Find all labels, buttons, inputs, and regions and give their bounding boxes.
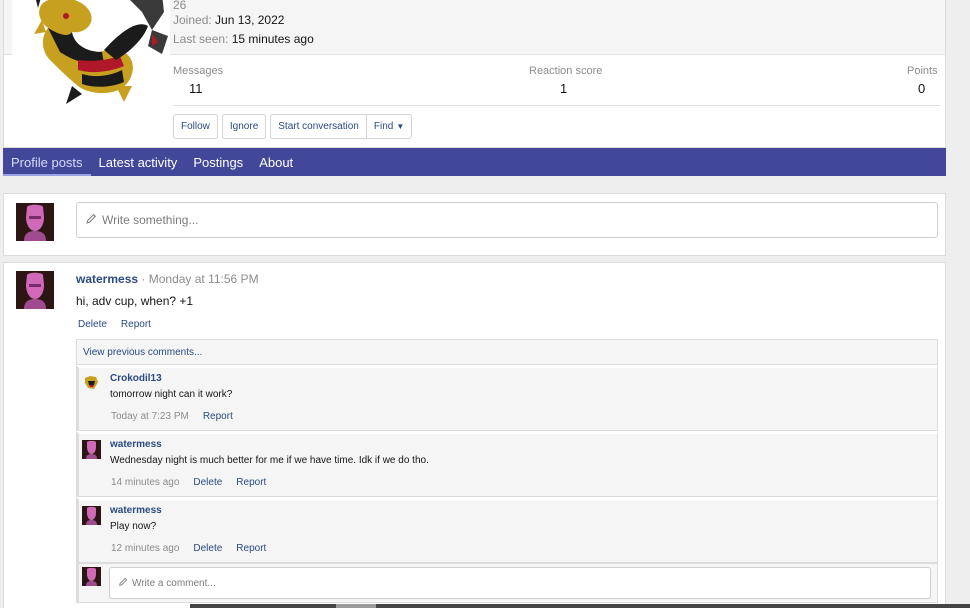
comment-meta: 14 minutes ago Delete Report	[111, 477, 266, 488]
joined-row: Joined: Jun 13, 2022	[173, 13, 284, 27]
tab-postings[interactable]: Postings	[185, 148, 251, 176]
member-avatar[interactable]	[12, 0, 170, 108]
comment-author-link[interactable]: watermess	[110, 439, 162, 450]
ignore-button[interactable]: Ignore	[221, 114, 267, 139]
tab-about[interactable]: About	[251, 148, 301, 176]
comment-text: Play now?	[110, 521, 157, 532]
start-conversation-button[interactable]: Start conversation	[270, 114, 367, 139]
comment-author-link[interactable]: watermess	[110, 505, 162, 516]
comment-time[interactable]: 14 minutes ago	[111, 477, 179, 488]
comment-item: watermess Wednesday night is much better…	[76, 431, 938, 497]
comment-text: Wednesday night is much better for me if…	[110, 455, 429, 466]
report-comment-link[interactable]: Report	[236, 543, 266, 554]
comment-text: tomorrow night can it work?	[110, 389, 233, 400]
post-header: watermess · Monday at 11:56 PM	[76, 272, 259, 286]
member-action-buttons: Follow Ignore Start conversation Find ▼	[173, 114, 413, 139]
delete-post-link[interactable]: Delete	[78, 319, 107, 330]
chevron-down-icon: ▼	[396, 122, 405, 131]
comment-placeholder: Write a comment...	[132, 577, 216, 589]
follow-button[interactable]: Follow	[173, 114, 218, 139]
joined-label: Joined:	[173, 13, 212, 27]
post-author-avatar[interactable]	[16, 271, 54, 309]
partial-count: 26	[173, 0, 187, 12]
find-label: Find	[373, 121, 394, 132]
conversation-find-group: Start conversation Find ▼	[270, 114, 413, 139]
profile-tabs: Profile posts Latest activity Postings A…	[3, 148, 946, 176]
joined-value: Jun 13, 2022	[215, 13, 285, 27]
messages-label: Messages	[173, 65, 224, 77]
comment-time[interactable]: 12 minutes ago	[111, 543, 179, 554]
tab-profile-posts[interactable]: Profile posts	[3, 148, 91, 176]
comment-reply-row: Write a comment...	[76, 563, 938, 603]
last-seen-value: 15 minutes ago	[231, 32, 314, 46]
view-previous-comments-link[interactable]: View previous comments...	[76, 339, 938, 365]
comment-author-avatar[interactable]	[82, 440, 101, 459]
comment-meta: 12 minutes ago Delete Report	[111, 543, 266, 554]
comments-section: View previous comments... Crokodil13 tom…	[76, 339, 938, 603]
post-author-link[interactable]: watermess	[76, 272, 138, 286]
profile-post-input[interactable]: Write something...	[76, 202, 938, 238]
report-post-link[interactable]: Report	[121, 319, 151, 330]
comment-author-avatar[interactable]	[82, 506, 101, 525]
profile-post: watermess · Monday at 11:56 PM hi, adv c…	[3, 262, 946, 608]
last-seen-row: Last seen: 15 minutes ago	[173, 32, 314, 46]
report-comment-link[interactable]: Report	[236, 477, 266, 488]
current-user-avatar[interactable]	[82, 567, 101, 586]
taskbar-edge	[190, 604, 970, 608]
post-actions: Delete Report	[78, 319, 151, 330]
points-label: Points	[907, 65, 938, 77]
tab-latest-activity[interactable]: Latest activity	[91, 148, 186, 176]
comment-author-avatar[interactable]	[82, 374, 101, 393]
divider	[173, 105, 940, 106]
delete-comment-link[interactable]: Delete	[193, 543, 222, 554]
post-body: hi, adv cup, when? +1	[76, 294, 194, 308]
current-user-avatar[interactable]	[16, 203, 54, 241]
member-header-card: 26 Joined: Jun 13, 2022 Last seen: 15 mi…	[3, 0, 946, 148]
comment-meta: Today at 7:23 PM Report	[111, 411, 233, 422]
pencil-icon	[85, 213, 97, 228]
reaction-score-value: 1	[560, 81, 568, 96]
find-dropdown-button[interactable]: Find ▼	[366, 114, 413, 139]
last-seen-label: Last seen:	[173, 32, 229, 46]
separator: ·	[138, 272, 149, 286]
comment-item: Crokodil13 tomorrow night can it work? T…	[76, 365, 938, 431]
post-time[interactable]: Monday at 11:56 PM	[149, 272, 259, 286]
pencil-icon	[118, 577, 128, 590]
taskbar-edge-highlight	[336, 604, 376, 608]
compose-placeholder: Write something...	[102, 213, 199, 227]
comment-author-link[interactable]: Crokodil13	[110, 373, 162, 384]
reaction-score-label: Reaction score	[529, 65, 603, 77]
comment-input[interactable]: Write a comment...	[109, 567, 931, 599]
compose-block: Write something...	[3, 193, 946, 256]
delete-comment-link[interactable]: Delete	[193, 477, 222, 488]
points-value[interactable]: 0	[918, 81, 925, 96]
comment-time[interactable]: Today at 7:23 PM	[111, 411, 189, 422]
report-comment-link[interactable]: Report	[203, 411, 233, 422]
comment-item: watermess Play now? 12 minutes ago Delet…	[76, 497, 938, 563]
messages-value[interactable]: 11	[189, 81, 203, 96]
